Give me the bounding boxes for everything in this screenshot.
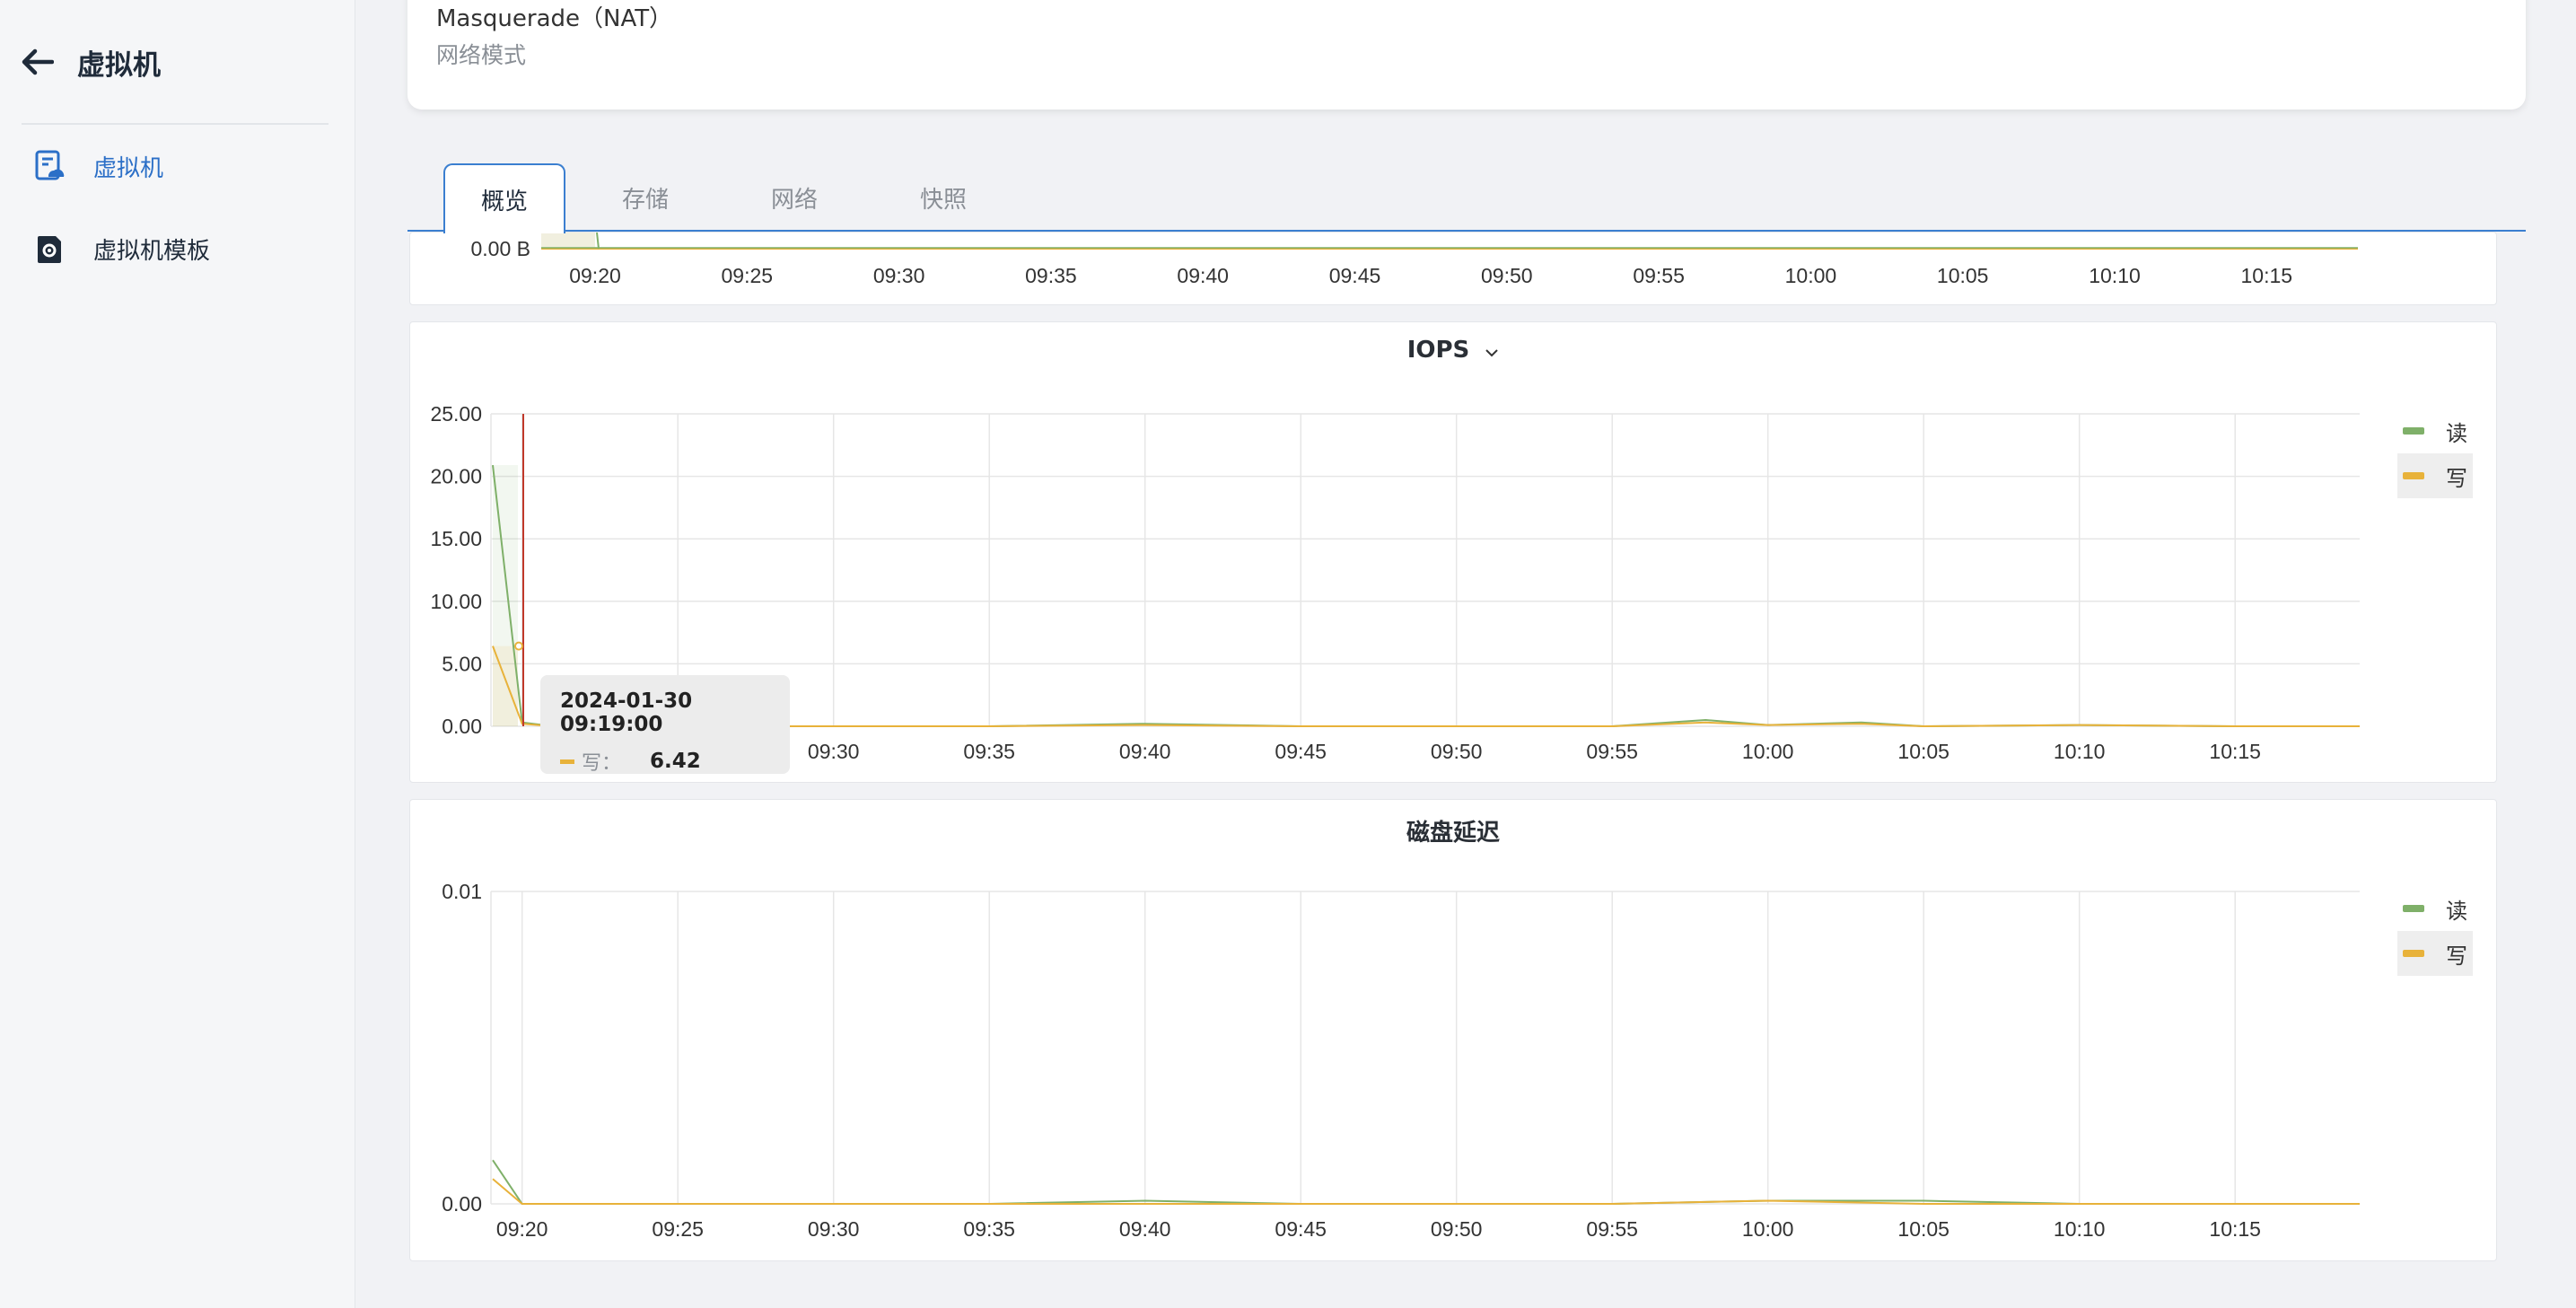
throughput-chart-tail: 0.00 B 09:20 09:25 09:30 09:35 09:40 09:45 09:… [471,232,2358,287]
x-tick-label: 09:40 [1119,740,1171,763]
x-tick-label: 09:55 [1586,740,1638,763]
tooltip-series-name: 写： [582,752,622,775]
x-tick-label: 09:45 [1329,264,1381,287]
legend-label-read: 读 [2446,898,2467,924]
sidebar: 虚拟机 虚拟机 虚拟机模板 [0,0,355,1308]
vm-template-icon [32,232,66,266]
x-tick-label: 10:05 [1897,1217,1950,1241]
x-tick-label: 09:30 [808,740,860,763]
y-tick-label: 0.00 [442,1192,482,1216]
x-tick-label: 10:15 [2241,264,2293,287]
y-tick-label: 10.00 [430,590,482,613]
sidebar-item-vm[interactable]: 虚拟机 [32,141,163,191]
y-tick-label: 5.00 [442,652,482,675]
x-tick-label: 09:40 [1177,264,1229,287]
x-tick-label: 09:40 [1119,1217,1171,1241]
sidebar-item-vm-template[interactable]: 虚拟机模板 [32,224,210,274]
x-tick-label: 10:10 [2054,1217,2106,1241]
throughput-chart-panel: 0.00 B 09:20 09:25 09:30 09:35 09:40 09:45 09:… [409,232,2497,305]
legend-label-write: 写 [2446,465,2467,491]
x-tick-label: 09:45 [1275,740,1327,763]
tooltip-time: 2024-01-30 09:19:00 [560,689,693,736]
throughput-y-tick: 0.00 B [471,237,531,260]
tooltip-value: 6.42 [650,750,701,773]
latency-legend: 读 写 [2397,886,2473,976]
vm-icon [32,149,66,183]
tab-network[interactable]: 网络 [745,163,844,232]
x-tick-label: 09:55 [1633,264,1685,287]
x-tick-label: 09:50 [1431,1217,1483,1241]
latency-chart: 0.01 0.00 09:20 09:25 09:30 09:35 09:40 09:45 09… [442,880,2360,1241]
sidebar-item-label: 虚拟机 [93,154,164,182]
throughput-area [541,233,595,249]
x-tick-label: 09:50 [1431,740,1483,763]
y-tick-label: 15.00 [430,527,482,550]
tab-snapshots[interactable]: 快照 [894,163,993,232]
x-tick-label: 09:25 [722,264,774,287]
tooltip-swatch-write [560,759,574,764]
legend-item-read[interactable]: 读 [2397,408,2473,453]
x-tick-label: 10:05 [1897,740,1950,763]
legend-item-read[interactable]: 读 [2397,886,2473,931]
x-tick-label: 10:00 [1785,264,1837,287]
network-info-card: Masquerade（NAT） 网络模式 [407,0,2526,110]
x-tick-label: 09:30 [808,1217,860,1241]
legend-swatch-read [2403,427,2424,435]
x-tick-label: 09:35 [1025,264,1077,287]
x-tick-label: 09:20 [569,264,621,287]
legend-swatch-write [2403,950,2424,957]
sidebar-item-label: 虚拟机模板 [93,237,211,265]
network-mode-value: Masquerade（NAT） [436,5,673,32]
legend-swatch-write [2403,472,2424,479]
x-tick-label: 09:55 [1586,1217,1638,1241]
sidebar-header: 虚拟机 [20,40,161,84]
x-tick-label: 09:20 [496,1217,548,1241]
y-tick-label: 20.00 [430,465,482,488]
x-tick-label: 10:10 [2054,740,2106,763]
tab-overview[interactable]: 概览 [443,163,565,233]
x-tick-label: 09:45 [1275,1217,1327,1241]
legend-item-write[interactable]: 写 [2397,453,2473,498]
network-mode-label: 网络模式 [436,42,527,68]
throughput-read-drop [596,232,600,250]
x-tick-label: 10:10 [2089,264,2141,287]
iops-legend: 读 写 [2397,408,2473,498]
hover-point-write [514,641,523,651]
x-tick-label: 10:00 [1742,1217,1794,1241]
y-tick-label: 25.00 [430,402,482,426]
back-arrow-icon[interactable] [20,44,56,80]
x-tick-label: 10:00 [1742,740,1794,763]
x-tick-label: 10:05 [1937,264,1989,287]
x-tick-label: 10:15 [2209,1217,2261,1241]
y-tick-label: 0.00 [442,715,482,738]
latency-chart-panel: 磁盘延迟 0.01 0.00 09:20 09:25 09:30 09:35 09:40 09… [409,799,2497,1261]
chart-tooltip: 2024-01-30 09:19:00 写： 6.42 [540,675,790,776]
x-tick-label: 09:35 [963,1217,1015,1241]
legend-swatch-read [2403,905,2424,912]
tooltip-row: 写： 6.42 [560,747,770,776]
legend-item-write[interactable]: 写 [2397,931,2473,976]
sidebar-title: 虚拟机 [77,48,161,82]
y-tick-label: 0.01 [442,880,482,903]
x-tick-label: 09:50 [1481,264,1533,287]
tab-storage[interactable]: 存储 [596,163,695,232]
x-tick-label: 09:25 [652,1217,704,1241]
tab-bar: 概览 存储 网络 快照 [407,163,2526,233]
legend-label-read: 读 [2446,420,2467,446]
legend-label-write: 写 [2446,943,2467,969]
x-tick-label: 09:30 [873,264,925,287]
sidebar-divider [22,123,329,125]
x-tick-label: 10:15 [2209,740,2261,763]
x-tick-label: 09:35 [963,740,1015,763]
